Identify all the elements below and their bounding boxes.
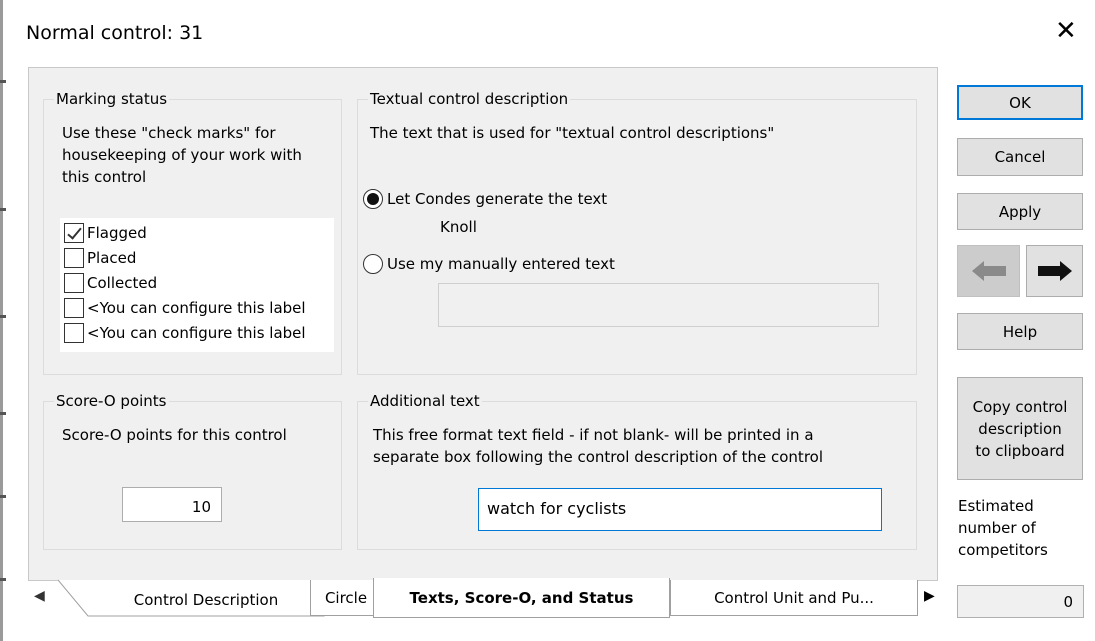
checklist-item-label: Collected xyxy=(87,274,158,292)
marking-checklist: Flagged Placed Collected <You can config… xyxy=(60,218,334,352)
score-o-input[interactable]: 10 xyxy=(122,487,222,522)
checklist-item-label: <You can configure this label xyxy=(87,299,306,317)
tab-scroll-left-icon[interactable]: ◀ xyxy=(34,588,45,604)
generate-text-option[interactable]: Let Condes generate the text xyxy=(363,189,607,209)
checklist-item-label: <You can configure this label xyxy=(87,324,306,342)
ok-button-label: OK xyxy=(1009,93,1031,112)
copy-button-label-line: description xyxy=(978,419,1062,438)
edge-tick xyxy=(0,578,6,581)
generate-text-label: Let Condes generate the text xyxy=(387,190,608,208)
copy-button-label: Copy control description to clipboard xyxy=(973,396,1068,462)
additional-text-input[interactable]: watch for cyclists xyxy=(478,488,882,531)
next-control-button[interactable] xyxy=(1026,245,1083,297)
estimated-label-line: number of xyxy=(958,519,1036,537)
additional-text-description-line: separate box following the control descr… xyxy=(373,448,823,466)
generate-text-radio[interactable] xyxy=(363,189,383,209)
custom-label-2-checkbox[interactable] xyxy=(64,323,84,343)
checklist-item-label: Placed xyxy=(87,249,137,267)
tab-label: Control Description xyxy=(134,591,278,609)
tab-label: Texts, Score-O, and Status xyxy=(409,588,634,607)
placed-checkbox[interactable] xyxy=(64,248,84,268)
copy-button-label-line: Copy control xyxy=(972,397,1068,416)
collected-checkbox[interactable] xyxy=(64,273,84,293)
tab-scroll-right-icon[interactable]: ▶ xyxy=(924,588,935,604)
edge-tick xyxy=(0,315,6,318)
ok-button[interactable]: OK xyxy=(957,85,1083,120)
generated-text-value: Knoll xyxy=(440,218,477,236)
edge-tick xyxy=(0,208,6,211)
score-o-description: Score-O points for this control xyxy=(62,426,287,444)
tab-circle[interactable]: Circle xyxy=(310,580,382,616)
tab-control-unit[interactable]: Control Unit and Pu... xyxy=(670,580,918,616)
estimated-label-line: competitors xyxy=(958,541,1048,559)
arrow-left-icon xyxy=(971,261,1006,281)
checklist-item-placed[interactable]: Placed xyxy=(64,246,136,270)
arrow-right-icon xyxy=(1037,261,1072,281)
estimated-competitors-label: Estimated number of competitors xyxy=(958,495,1078,561)
checklist-item-custom-2[interactable]: <You can configure this label xyxy=(64,321,306,345)
checklist-item-label: Flagged xyxy=(87,224,147,242)
apply-button[interactable]: Apply xyxy=(957,193,1083,230)
textual-description-text: The text that is used for "textual contr… xyxy=(370,124,775,142)
help-button[interactable]: Help xyxy=(957,313,1083,350)
tab-label: Control Unit and Pu... xyxy=(714,588,874,607)
manual-text-label: Use my manually entered text xyxy=(387,255,615,273)
cancel-button[interactable]: Cancel xyxy=(957,138,1083,176)
checklist-item-flagged[interactable]: Flagged xyxy=(64,221,147,245)
checklist-item-custom-1[interactable]: <You can configure this label xyxy=(64,296,306,320)
checklist-item-collected[interactable]: Collected xyxy=(64,271,157,295)
copy-button-label-line: to clipboard xyxy=(975,441,1065,460)
left-window-edge xyxy=(0,0,3,641)
edge-tick xyxy=(0,80,6,83)
custom-label-1-checkbox[interactable] xyxy=(64,298,84,318)
marking-status-description-line: this control xyxy=(62,168,147,186)
score-o-group: Score-O points xyxy=(43,391,342,550)
score-o-legend: Score-O points xyxy=(54,391,169,411)
cancel-button-label: Cancel xyxy=(994,148,1046,166)
estimated-competitors-field: 0 xyxy=(957,585,1084,618)
previous-control-button[interactable] xyxy=(957,245,1020,297)
marking-status-description-line: housekeeping of your work with xyxy=(62,146,302,164)
tab-control-description[interactable]: Control Description xyxy=(58,578,348,618)
additional-text-legend: Additional text xyxy=(368,391,482,411)
tab-label: Circle xyxy=(324,588,368,607)
tab-texts-score-o-status[interactable]: Texts, Score-O, and Status xyxy=(373,578,670,618)
edge-tick xyxy=(0,495,6,498)
window-title: Normal control: 31 xyxy=(26,22,204,44)
manual-text-radio[interactable] xyxy=(363,254,383,274)
manual-text-field[interactable] xyxy=(438,283,879,327)
apply-button-label: Apply xyxy=(998,202,1042,221)
estimated-label-line: Estimated xyxy=(958,497,1034,515)
help-button-label: Help xyxy=(1002,322,1038,341)
copy-to-clipboard-button[interactable]: Copy control description to clipboard xyxy=(957,377,1083,480)
manual-text-option[interactable]: Use my manually entered text xyxy=(363,254,615,274)
additional-text-description-line: This free format text field - if not bla… xyxy=(373,426,814,444)
edge-tick xyxy=(0,412,6,415)
textual-description-legend: Textual control description xyxy=(368,89,571,109)
tab-strip: ◀ Control Description Circle Texts, Scor… xyxy=(28,578,936,618)
marking-status-description-line: Use these "check marks" for xyxy=(62,124,276,142)
marking-status-legend: Marking status xyxy=(54,89,170,109)
close-icon[interactable]: ✕ xyxy=(1055,18,1077,44)
flagged-checkbox[interactable] xyxy=(64,223,84,243)
